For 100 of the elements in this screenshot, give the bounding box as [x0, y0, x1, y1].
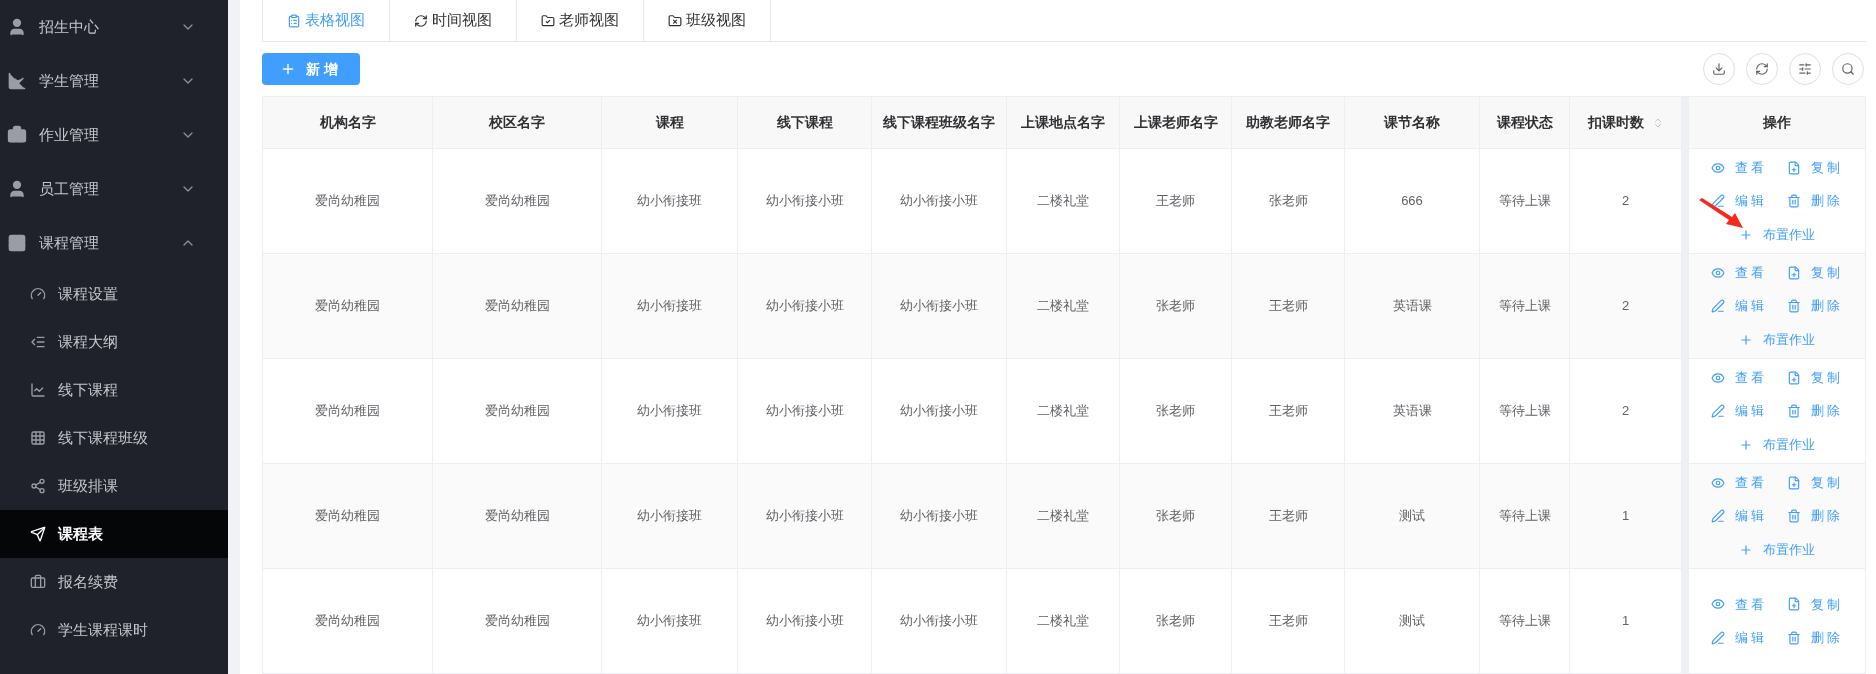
edit-link[interactable]: 编辑 [1711, 506, 1767, 526]
table-cell-text: 英语课 [1392, 402, 1432, 421]
table-cell-text: 等待上课 [1498, 507, 1551, 526]
plus-icon [1739, 227, 1753, 242]
table-cell-text: 张老师 [1156, 612, 1195, 631]
trash-icon [1787, 404, 1801, 418]
eye-icon [1711, 370, 1725, 385]
table-cell-text: 等待上课 [1498, 192, 1551, 211]
table-cell-text: 张老师 [1156, 297, 1195, 316]
table-cell-text: 爱尚幼稚园 [484, 297, 550, 316]
table-cell-text: 爱尚幼稚园 [484, 192, 550, 211]
plus-icon [1739, 332, 1753, 347]
column-header: 操作 [1689, 97, 1865, 149]
table-cell-text: 幼小衔接小班 [765, 402, 844, 421]
file-plus-icon [1787, 265, 1801, 280]
table-cell-text: 二楼礼堂 [1037, 297, 1089, 316]
trash-icon [1787, 509, 1801, 523]
assign-link[interactable]: 布置作业 [1739, 224, 1815, 245]
sidebar-menu-item[interactable]: 学生管理 [0, 54, 228, 108]
sidebar-submenu-item[interactable]: 课程大纲 [0, 318, 228, 366]
table-cell-text: 王老师 [1268, 402, 1308, 421]
edit-link[interactable]: 编辑 [1711, 191, 1767, 211]
edit-link[interactable]: 编辑 [1711, 401, 1767, 421]
trash-icon [1787, 299, 1801, 313]
table-cell-text: 幼小衔接班 [637, 507, 702, 526]
sidebar-submenu-item[interactable]: 课程表 [0, 510, 228, 558]
gauge-icon [30, 622, 46, 638]
table-cell-text: 爱尚幼稚园 [484, 402, 550, 421]
edit-link[interactable]: 编辑 [1711, 628, 1767, 648]
table-cell-text: 爱尚幼稚园 [315, 507, 380, 526]
pencil-icon [1711, 630, 1725, 645]
sidebar-menu-item[interactable]: 招生中心 [0, 0, 228, 54]
sidebar-submenu-item[interactable]: 报名续费 [0, 558, 228, 606]
delete-link[interactable]: 删除 [1787, 506, 1843, 526]
copy-link[interactable]: 复制 [1787, 367, 1843, 388]
table-cell-text: 二楼礼堂 [1037, 612, 1089, 631]
table-cell-text: 爱尚幼稚园 [315, 402, 380, 421]
copy-link[interactable]: 复制 [1787, 472, 1843, 493]
assign-link[interactable]: 布置作业 [1739, 329, 1815, 350]
sidebar-submenu-item[interactable]: 班级排课 [0, 462, 228, 510]
list-icon [30, 334, 46, 350]
table-cell-text: 测试 [1399, 612, 1425, 631]
view-link[interactable]: 查看 [1711, 157, 1767, 178]
table-cell-text: 幼小衔接小班 [900, 192, 978, 211]
view-tab[interactable]: 表格视图 [262, 0, 390, 41]
table-cell-text: 幼小衔接小班 [765, 612, 844, 631]
trash-icon [1787, 194, 1801, 208]
copy-link[interactable]: 复制 [1787, 594, 1843, 614]
gauge-icon [30, 286, 46, 302]
table-cell-text: 幼小衔接班 [637, 612, 702, 631]
plus-icon [1739, 542, 1753, 557]
person-icon [7, 179, 27, 199]
table-cell-text: 爱尚幼稚园 [484, 507, 550, 526]
sidebar-menu-item[interactable]: 课程管理 [0, 216, 228, 270]
table-cell-text: 幼小衔接小班 [900, 507, 978, 526]
copy-link[interactable]: 复制 [1787, 157, 1843, 178]
plus-icon [280, 61, 296, 77]
assign-link[interactable]: 布置作业 [1739, 539, 1815, 560]
sidebar-submenu-item[interactable]: 学生课程课时 [0, 606, 228, 654]
table-cell-text: 二楼礼堂 [1037, 402, 1089, 421]
sliders-icon [1798, 62, 1812, 76]
table-cell-text: 爱尚幼稚园 [315, 297, 380, 316]
sidebar-submenu-item[interactable]: 线下课程 [0, 366, 228, 414]
table-cell-text: 等待上课 [1498, 297, 1551, 316]
edit-link[interactable]: 编辑 [1711, 296, 1767, 316]
eye-icon [1711, 160, 1725, 175]
file-plus-icon [1787, 370, 1801, 385]
table-cell-text: 二楼礼堂 [1037, 192, 1089, 211]
view-link[interactable]: 查看 [1711, 262, 1767, 283]
delete-link[interactable]: 删除 [1787, 401, 1843, 421]
table-cell-text: 幼小衔接小班 [900, 297, 978, 316]
view-link[interactable]: 查看 [1711, 594, 1767, 614]
pencil-icon [1711, 299, 1725, 313]
sidebar-menu-item[interactable]: 员工管理 [0, 162, 228, 216]
table-cell-text: 等待上课 [1498, 612, 1551, 631]
trash-icon [1787, 630, 1801, 645]
view-link[interactable]: 查看 [1711, 472, 1767, 493]
table-cell-text: 张老师 [1156, 507, 1195, 526]
add-button[interactable]: 新增 [262, 53, 360, 85]
table-cell-text: 幼小衔接班 [637, 297, 702, 316]
sidebar-submenu-item[interactable]: 线下课程班级 [0, 414, 228, 462]
pencil-icon [1711, 194, 1725, 208]
sidebar-menu-item[interactable]: 作业管理 [0, 108, 228, 162]
view-tab[interactable]: 时间视图 [390, 0, 517, 41]
view-tab[interactable]: 班级视图 [644, 0, 771, 41]
view-tab[interactable]: 老师视图 [517, 0, 644, 41]
table-cell-text: 2 [1621, 192, 1630, 211]
table-cell-text: 爱尚幼稚园 [315, 612, 380, 631]
file-plus-icon [1787, 597, 1801, 612]
delete-link[interactable]: 删除 [1787, 628, 1843, 648]
sidebar-submenu-item[interactable]: 课程设置 [0, 270, 228, 318]
search-icon [1841, 62, 1855, 76]
assign-link[interactable]: 布置作业 [1739, 434, 1815, 455]
folder-x-icon [668, 13, 682, 28]
delete-link[interactable]: 删除 [1787, 191, 1843, 211]
view-link[interactable]: 查看 [1711, 367, 1767, 388]
table-cell-text: 二楼礼堂 [1037, 507, 1089, 526]
copy-link[interactable]: 复制 [1787, 262, 1843, 283]
table-cell-text: 王老师 [1156, 192, 1195, 211]
delete-link[interactable]: 删除 [1787, 296, 1843, 316]
